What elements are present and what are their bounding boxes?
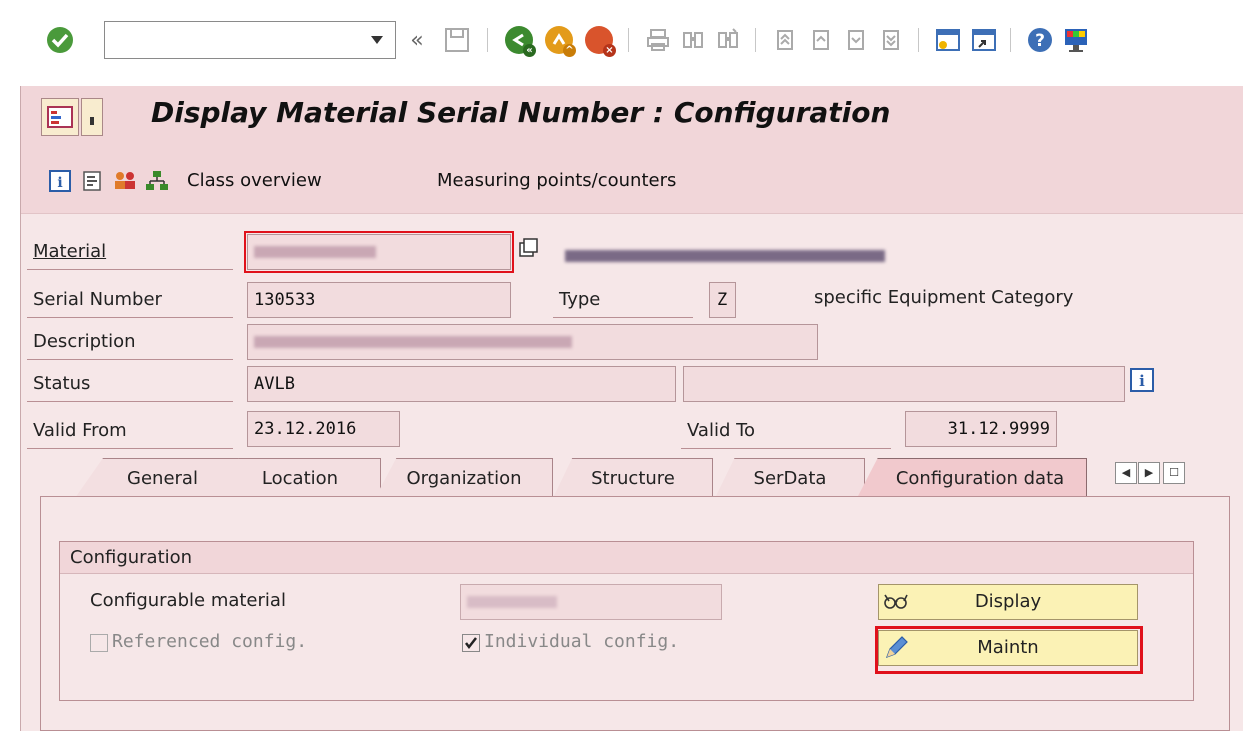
maintain-button[interactable]: Maintn <box>878 630 1138 666</box>
type-label: Type <box>553 282 693 318</box>
material-text-redacted <box>565 246 885 266</box>
print-icon[interactable] <box>645 20 671 60</box>
tab-scroll-right-icon[interactable]: ▶ <box>1138 462 1160 484</box>
individual-config-checkbox <box>462 634 480 652</box>
type-field[interactable]: Z <box>709 282 736 318</box>
referenced-config-checkbox <box>90 634 108 652</box>
tab-label: Configuration data <box>895 468 1065 489</box>
serial-number-label: Serial Number <box>27 282 233 318</box>
create-session-icon[interactable] <box>934 20 962 60</box>
configurable-material-field <box>460 584 722 620</box>
save-icon[interactable] <box>443 20 471 60</box>
maintain-button-label: Maintn <box>977 637 1039 658</box>
user-status-field[interactable] <box>683 366 1125 402</box>
enter-icon[interactable] <box>45 20 75 60</box>
type-description: specific Equipment Category <box>814 287 1074 308</box>
description-label: Description <box>27 324 233 360</box>
document-icon[interactable] <box>81 170 103 192</box>
valid-to-field[interactable]: 31.12.9999 <box>905 411 1057 447</box>
system-toolbar: « « ^ × ? <box>0 0 1243 82</box>
tab-location[interactable]: Location <box>219 458 381 498</box>
back-double-icon[interactable]: « <box>405 20 429 60</box>
exit-icon[interactable]: ^ <box>545 20 576 60</box>
measuring-points-button[interactable]: Measuring points/counters <box>437 170 676 191</box>
tab-scroll-left-icon[interactable]: ◀ <box>1115 462 1137 484</box>
customize-layout-icon[interactable] <box>1062 20 1090 60</box>
serial-number-field[interactable]: 130533 <box>247 282 511 318</box>
partners-icon[interactable] <box>113 170 135 192</box>
tab-list-icon[interactable]: ☐ <box>1163 462 1185 484</box>
tab-label: Structure <box>591 468 675 489</box>
svg-text:i: i <box>1139 372 1145 390</box>
help-icon[interactable]: ? <box>1026 20 1054 60</box>
checkmark-icon <box>465 637 477 650</box>
individual-config-label: Individual config. <box>484 631 680 652</box>
tab-configuration-data[interactable]: Configuration data <box>857 458 1087 498</box>
tab-label: SerData <box>753 468 827 489</box>
configurable-material-redacted <box>467 596 557 608</box>
menu-icon <box>47 106 73 128</box>
class-overview-button[interactable]: Class overview <box>187 170 322 191</box>
description-field[interactable] <box>247 324 818 360</box>
display-button-label: Display <box>974 591 1042 612</box>
previous-page-icon[interactable] <box>808 20 834 60</box>
copy-icon[interactable] <box>519 238 539 258</box>
tab-label: Location <box>261 468 339 489</box>
tab-serdata[interactable]: SerData <box>715 458 865 498</box>
menu-dropdown-button[interactable] <box>81 98 103 136</box>
tab-panel: Configuration Configurable material Refe… <box>40 496 1230 731</box>
chevron-down-icon[interactable] <box>371 36 383 44</box>
valid-to-label: Valid To <box>681 413 891 449</box>
svg-text:i: i <box>57 175 62 191</box>
valid-from-label: Valid From <box>27 413 233 449</box>
description-value-redacted <box>254 336 572 348</box>
status-field[interactable]: AVLB <box>247 366 676 402</box>
structure-icon[interactable] <box>145 170 168 192</box>
configurable-material-label: Configurable material <box>90 590 286 611</box>
menu-button[interactable] <box>41 98 79 136</box>
title-bar: Display Material Serial Number : Configu… <box>21 86 1243 148</box>
configuration-group-title: Configuration <box>60 542 1193 574</box>
status-info-icon[interactable]: i <box>1130 368 1154 392</box>
material-label: Material <box>27 234 233 270</box>
valid-from-field[interactable]: 23.12.2016 <box>247 411 400 447</box>
svg-text:?: ? <box>1035 31 1045 51</box>
configuration-group: Configuration Configurable material Refe… <box>59 541 1194 701</box>
tab-structure[interactable]: Structure <box>553 458 713 498</box>
cancel-icon[interactable]: × <box>585 20 616 60</box>
command-field[interactable] <box>104 21 396 59</box>
display-button[interactable]: Display <box>878 584 1138 620</box>
next-page-icon[interactable] <box>843 20 869 60</box>
last-page-icon[interactable] <box>878 20 904 60</box>
tab-organization[interactable]: Organization <box>375 458 553 498</box>
tab-label: Organization <box>406 468 522 489</box>
info-icon[interactable]: i <box>49 170 71 192</box>
application-toolbar: i Class overview Measuring points/counte… <box>21 148 1243 214</box>
first-page-icon[interactable] <box>772 20 798 60</box>
tab-label: General <box>127 468 198 489</box>
shortcut-icon[interactable] <box>970 20 998 60</box>
page-title: Display Material Serial Number : Configu… <box>151 96 891 129</box>
find-icon[interactable] <box>680 20 706 60</box>
referenced-config-label: Referenced config. <box>112 631 308 652</box>
find-next-icon[interactable] <box>715 20 741 60</box>
back-icon[interactable]: « <box>505 20 536 60</box>
material-focus-frame <box>244 231 514 273</box>
pencil-icon <box>885 636 908 659</box>
glasses-icon <box>884 594 908 609</box>
status-label: Status <box>27 366 233 402</box>
